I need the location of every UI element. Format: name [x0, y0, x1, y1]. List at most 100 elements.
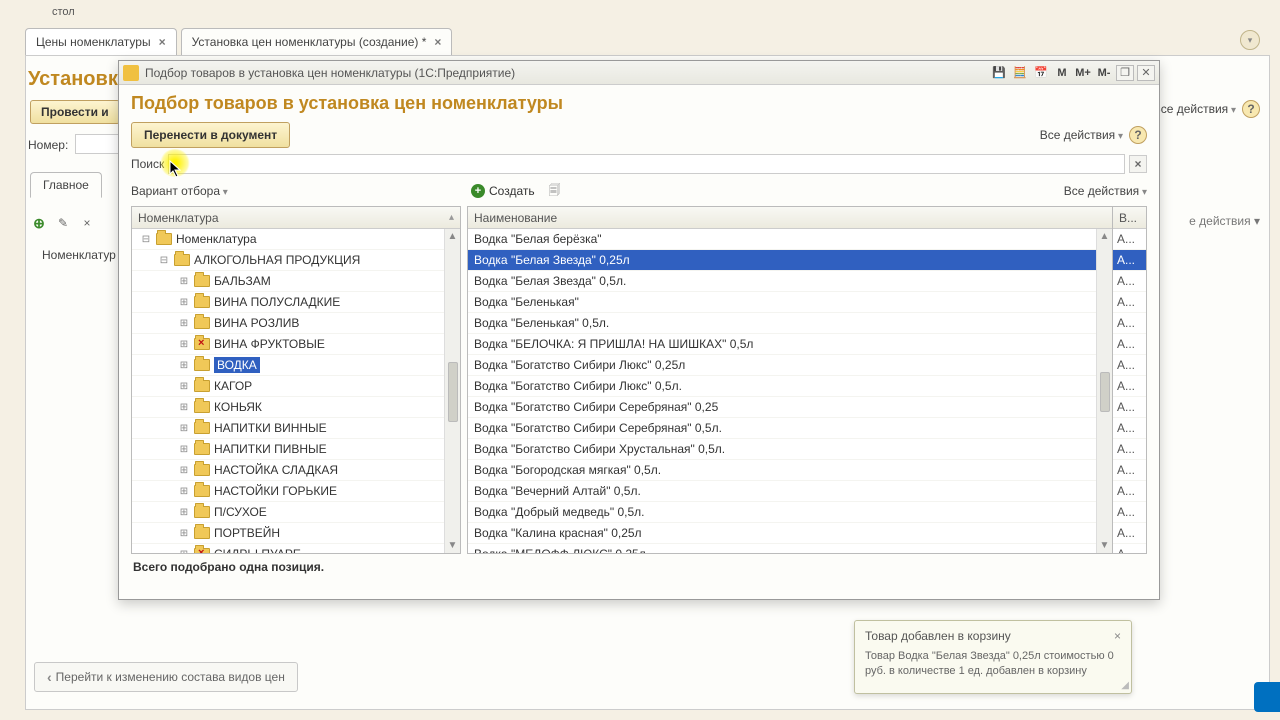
restore-icon[interactable]: ❐ [1116, 65, 1134, 81]
list-item[interactable]: Водка "Беленькая" [468, 292, 1112, 313]
help-icon[interactable]: ? [1242, 100, 1260, 118]
list-item[interactable]: Водка "Белая Звезда" 0,25л [468, 250, 1112, 271]
expand-icon[interactable]: ⊞ [178, 381, 190, 392]
list-item[interactable]: Водка "Калина красная" 0,25л [468, 523, 1112, 544]
m-button[interactable]: M [1053, 65, 1071, 81]
tree-row[interactable]: ⊞КОНЬЯК [132, 397, 460, 418]
list-item[interactable]: Водка "Вечерний Алтай" 0,5л. [468, 481, 1112, 502]
list-item[interactable]: Водка "Богатство Сибири Хрустальная" 0,5… [468, 439, 1112, 460]
all-actions-dropdown-bg[interactable]: е действия ▾ [1189, 214, 1260, 228]
list-item[interactable]: Водка "Белая берёзка" [468, 229, 1112, 250]
close-icon[interactable]: × [434, 35, 441, 49]
expand-icon[interactable]: ⊞ [178, 318, 190, 329]
tree-row[interactable]: ⊞НАПИТКИ ВИННЫЕ [132, 418, 460, 439]
all-actions-dropdown[interactable]: Все действия [1040, 128, 1123, 142]
expand-icon[interactable]: ⊞ [178, 423, 190, 434]
list-item[interactable]: Водка "Богатство Сибири Серебряная" 0,25 [468, 397, 1112, 418]
expand-icon[interactable]: ⊞ [178, 276, 190, 287]
list-item[interactable]: Водка "БЕЛОЧКА: Я ПРИШЛА! НА ШИШКАХ" 0,5… [468, 334, 1112, 355]
tree-row[interactable]: ⊟Номенклатура [132, 229, 460, 250]
scrollbar[interactable]: ▲ ▼ [444, 229, 460, 553]
delete-icon[interactable]: × [78, 214, 96, 232]
expand-icon[interactable]: ⊞ [178, 486, 190, 497]
transfer-to-document-button[interactable]: Перенести в документ [131, 122, 290, 148]
clear-search-icon[interactable]: × [1129, 155, 1147, 173]
expand-icon[interactable]: ⊞ [178, 549, 190, 554]
scroll-down-icon[interactable]: ▼ [1100, 540, 1110, 551]
scroll-thumb[interactable] [448, 362, 458, 422]
list-item[interactable]: Водка "Богородская мягкая" 0,5л. [468, 460, 1112, 481]
close-icon[interactable]: × [159, 35, 166, 49]
calc-icon[interactable]: 🧮 [1011, 65, 1029, 81]
list-item[interactable]: Водка "Богатство Сибири Люкс" 0,25л [468, 355, 1112, 376]
edit-icon[interactable]: ✎ [54, 214, 72, 232]
expand-icon[interactable]: ⊞ [178, 465, 190, 476]
all-actions-dropdown[interactable]: Все действия [1064, 184, 1147, 198]
tree-row[interactable]: ⊞ВИНА РОЗЛИВ [132, 313, 460, 334]
refresh-icon[interactable]: 🗐 [547, 183, 563, 199]
expand-icon[interactable]: ⊞ [178, 507, 190, 518]
mminus-button[interactable]: M- [1095, 65, 1113, 81]
folder-icon [156, 233, 172, 245]
tree-row[interactable]: ⊞ П/СУХОЕ [132, 502, 460, 523]
folder-icon [194, 296, 210, 308]
tab-set-prices[interactable]: Установка цен номенклатуры (создание) * … [181, 28, 453, 55]
tree-row[interactable]: ⊞КАГОР [132, 376, 460, 397]
mplus-button[interactable]: M+ [1074, 65, 1092, 81]
tree-row[interactable]: ⊞БАЛЬЗАМ [132, 271, 460, 292]
overflow-button[interactable]: ▾ [1240, 30, 1260, 50]
tree-row[interactable]: ⊞НАПИТКИ ПИВНЫЕ [132, 439, 460, 460]
goto-price-types-button[interactable]: Перейти к изменению состава видов цен [34, 662, 298, 692]
column-b-header[interactable]: В... [1113, 207, 1146, 229]
scroll-thumb[interactable] [1100, 372, 1110, 412]
tree-row[interactable]: ⊞СИДРЫ ПУАРЕ [132, 544, 460, 553]
search-input[interactable] [168, 154, 1125, 174]
expand-icon[interactable]: ⊟ [158, 255, 170, 266]
sort-icon[interactable]: ▴ [449, 212, 454, 223]
tree-row[interactable]: ⊞ПОРТВЕЙН [132, 523, 460, 544]
column-name-header[interactable]: Наименование [468, 207, 1112, 229]
list-item[interactable]: Водка "Беленькая" 0,5л. [468, 313, 1112, 334]
list-item[interactable]: Водка "Добрый медведь" 0,5л. [468, 502, 1112, 523]
filter-variant-dropdown[interactable]: Вариант отбора [131, 184, 228, 198]
expand-icon[interactable]: ⊟ [140, 234, 152, 245]
all-actions-dropdown[interactable]: Все действия [1153, 102, 1236, 116]
list-item[interactable]: Водка "МЕДОФФ ЛЮКС" 0,25л [468, 544, 1112, 553]
expand-icon[interactable]: ⊞ [178, 444, 190, 455]
tab-main[interactable]: Главное [30, 172, 102, 198]
scroll-up-icon[interactable]: ▲ [1100, 231, 1110, 242]
post-button[interactable]: Провести и [30, 100, 120, 124]
close-icon[interactable]: × [1114, 629, 1121, 643]
resize-handle-icon[interactable]: ◢ [1121, 680, 1129, 691]
list-item[interactable]: Водка "Богатство Сибири Серебряная" 0,5л… [468, 418, 1112, 439]
tree-row[interactable]: ⊞ВИНА ПОЛУСЛАДКИЕ [132, 292, 460, 313]
expand-icon[interactable]: ⊞ [178, 297, 190, 308]
add-icon[interactable]: ⊕ [30, 214, 48, 232]
tab-prices[interactable]: Цены номенклатуры × [25, 28, 177, 55]
tree-row[interactable]: ⊞НАСТОЙКИ ГОРЬКИЕ [132, 481, 460, 502]
dialog-titlebar[interactable]: Подбор товаров в установка цен номенклат… [119, 61, 1159, 85]
tree-row[interactable]: ⊞НАСТОЙКА СЛАДКАЯ [132, 460, 460, 481]
tree-row[interactable]: ⊟АЛКОГОЛЬНАЯ ПРОДУКЦИЯ [132, 250, 460, 271]
calendar-icon[interactable]: 📅 [1032, 65, 1050, 81]
items-grid-col-b: В... А...А...А...А...А...А...А...А...А..… [1113, 206, 1147, 554]
expand-icon[interactable]: ⊞ [178, 339, 190, 350]
save-icon[interactable]: 💾 [990, 65, 1008, 81]
create-button[interactable]: + Создать [467, 182, 539, 200]
expand-icon[interactable]: ⊞ [178, 402, 190, 413]
expand-icon[interactable]: ⊞ [178, 528, 190, 539]
expand-icon[interactable]: ⊞ [178, 360, 190, 371]
scroll-up-icon[interactable]: ▲ [448, 231, 458, 242]
tree-header[interactable]: Номенклатура ▴ [132, 207, 460, 229]
help-icon[interactable]: ? [1129, 126, 1147, 144]
tree-row[interactable]: ⊞ВОДКА [132, 355, 460, 376]
list-item[interactable]: Водка "Белая Звезда" 0,5л. [468, 271, 1112, 292]
close-icon[interactable]: ✕ [1137, 65, 1155, 81]
tree-row[interactable]: ⊞ВИНА ФРУКТОВЫЕ [132, 334, 460, 355]
tree-label: П/СУХОЕ [214, 505, 267, 519]
teamviewer-widget-icon[interactable] [1254, 682, 1280, 712]
list-item[interactable]: Водка "Богатство Сибири Люкс" 0,5л. [468, 376, 1112, 397]
scrollbar[interactable]: ▲ ▼ [1096, 229, 1112, 553]
folder-icon [194, 275, 210, 287]
scroll-down-icon[interactable]: ▼ [448, 540, 458, 551]
